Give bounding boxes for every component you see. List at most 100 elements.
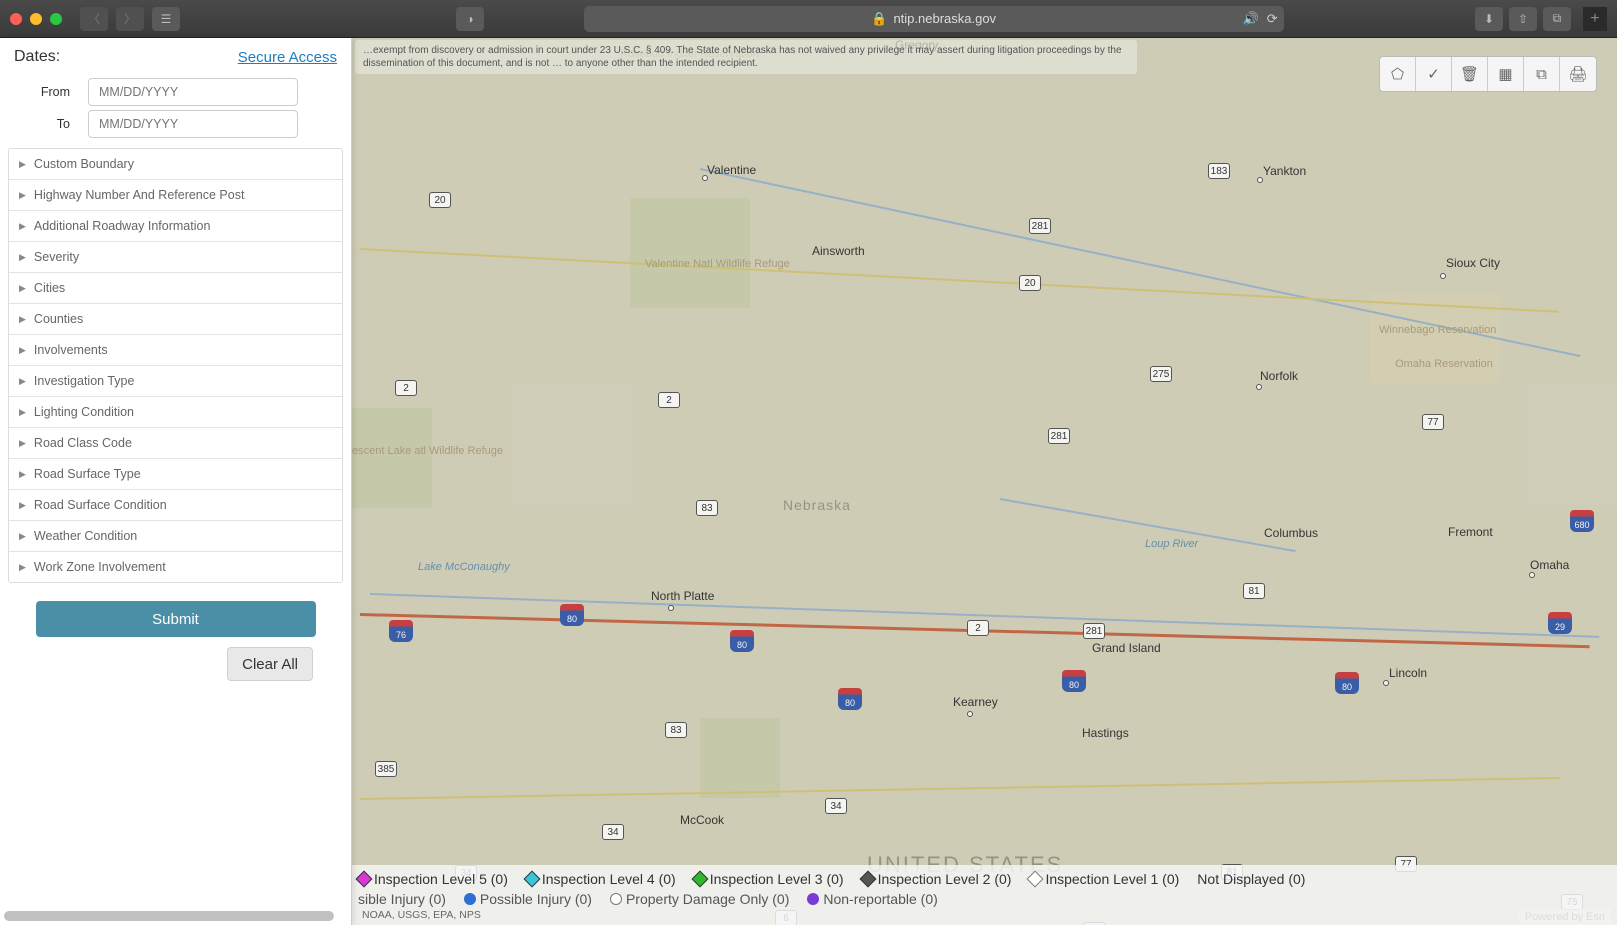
refuge-label: escent Lake atl Wildlife Refuge [352, 445, 432, 458]
chevron-right-icon: ▶ [19, 314, 26, 325]
sidebar-toggle-button[interactable]: ☰ [152, 7, 180, 31]
city-label: North Platte [651, 589, 714, 603]
map-toolbar: ⬠ ✓ 🗑 ▦ ⧉ 🖨 [1379, 56, 1597, 92]
fullscreen-window-button[interactable] [50, 13, 62, 25]
city-label: Ainsworth [812, 244, 865, 258]
legend-item: Property Damage Only (0) [610, 891, 789, 907]
accordion-item[interactable]: ▶Road Class Code [9, 428, 342, 459]
dates-heading: Dates: [14, 48, 60, 66]
interstate-shield: 80 [560, 604, 584, 626]
sidebar-scrollbar[interactable] [4, 911, 334, 921]
downloads-button[interactable]: ⬇ [1475, 7, 1503, 31]
route-shield: 281 [1083, 623, 1105, 639]
chevron-right-icon: ▶ [19, 283, 26, 294]
window-controls [10, 13, 62, 25]
url-host: ntip.nebraska.gov [893, 11, 996, 26]
secure-access-link[interactable]: Secure Access [238, 49, 337, 66]
accordion-item[interactable]: ▶Severity [9, 242, 342, 273]
chevron-right-icon: ▶ [19, 500, 26, 511]
legend-item: Inspection Level 5 (0) [358, 871, 508, 887]
delete-tool[interactable]: 🗑 [1452, 57, 1488, 91]
accordion-label: Additional Roadway Information [34, 219, 211, 233]
city-label: Columbus [1264, 526, 1318, 540]
map-park-area [700, 718, 780, 798]
accordion-label: Highway Number And Reference Post [34, 188, 245, 202]
accordion-item[interactable]: ▶ Counties [9, 304, 342, 335]
accordion-item[interactable]: ▶Involvements [9, 335, 342, 366]
address-bar[interactable]: 🔒 ntip.nebraska.gov 🔊 ⟳ [584, 6, 1284, 32]
submit-button[interactable]: Submit [36, 601, 316, 637]
map-reservation-area [1370, 293, 1500, 383]
back-button[interactable]: 〈 [80, 7, 108, 31]
select-confirm-tool[interactable]: ✓ [1416, 57, 1452, 91]
interstate-shield: 80 [730, 630, 754, 652]
route-shield: 2 [967, 620, 989, 636]
tabs-button[interactable]: ⧉ [1543, 7, 1571, 31]
chevron-right-icon: ▶ [19, 562, 26, 573]
city-label: Sioux City [1446, 256, 1500, 270]
new-tab-button[interactable]: + [1583, 7, 1607, 31]
accordion-item[interactable]: ▶Investigation Type [9, 366, 342, 397]
minimize-window-button[interactable] [30, 13, 42, 25]
city-dot [702, 175, 708, 181]
clear-all-button[interactable]: Clear All [227, 647, 313, 681]
accordion-item[interactable]: ▶ Custom Boundary [9, 149, 342, 180]
to-date-input[interactable] [88, 110, 298, 138]
chevron-right-icon: ▶ [19, 221, 26, 232]
city-label: Valentine [707, 163, 756, 177]
print-tool[interactable]: 🖨 [1560, 57, 1596, 91]
filter-sidebar: Dates: Secure Access From To ▶Custom Bou… [0, 38, 352, 925]
share-button[interactable]: ⇧ [1509, 7, 1537, 31]
legend-attribution-partial: NOAA, USGS, EPA, NPS [358, 909, 1611, 921]
audio-icon[interactable]: 🔊 [1243, 11, 1259, 27]
chevron-right-icon: ▶ [19, 345, 26, 356]
chevron-right-icon: ▶ [19, 252, 26, 263]
accordion-label: Counties [34, 312, 83, 326]
accordion-label: Road Surface Condition [34, 498, 167, 512]
reservation-label: Rosebud Indian Reservation [620, 48, 740, 60]
route-shield: 20 [1019, 275, 1041, 291]
state-label: Nebraska [783, 497, 851, 513]
accordion-item[interactable]: ▶Cities [9, 273, 342, 304]
chevron-right-icon: ▶ [19, 376, 26, 387]
map-legend: Inspection Level 5 (0) Inspection Level 4… [352, 865, 1617, 925]
route-shield: 83 [696, 500, 718, 516]
interstate-shield: 76 [389, 620, 413, 642]
legend-label: sible Injury (0) [358, 891, 446, 907]
chevron-right-icon: ▶ [19, 469, 26, 480]
accordion-item[interactable]: ▶ Additional Roadway Information [9, 211, 342, 242]
draw-polygon-tool[interactable]: ⬠ [1380, 57, 1416, 91]
city-label: Kearney [953, 695, 998, 709]
forward-button[interactable]: 〉 [116, 7, 144, 31]
accordion-item[interactable]: ▶Lighting Condition [9, 397, 342, 428]
route-shield: 77 [1422, 414, 1444, 430]
route-shield: 34 [825, 798, 847, 814]
reload-button[interactable]: ⟳ [1267, 11, 1278, 27]
reader-shield-button[interactable]: ◑ [456, 7, 484, 31]
legend-label: Inspection Level 4 (0) [542, 871, 676, 887]
city-dot [1257, 177, 1263, 183]
legend-label: Inspection Level 2 (0) [878, 871, 1012, 887]
from-date-input[interactable] [88, 78, 298, 106]
legend-label: Property Damage Only (0) [626, 891, 789, 907]
city-label: Omaha [1530, 558, 1569, 572]
legend-label: Inspection Level 1 (0) [1045, 871, 1179, 887]
accordion-item[interactable]: ▶Highway Number And Reference Post [9, 180, 342, 211]
accordion-item[interactable]: ▶ Road Surface Condition [9, 490, 342, 521]
interstate-shield: 80 [838, 688, 862, 710]
city-dot [1440, 273, 1446, 279]
accordion-label: Road Class Code [34, 436, 132, 450]
accordion-item[interactable]: ▶Work Zone Involvement [9, 552, 342, 582]
chevron-right-icon: ▶ [19, 159, 26, 170]
chart-tool[interactable]: ⧉ [1524, 57, 1560, 91]
city-dot [668, 605, 674, 611]
reservation-label: Omaha Reservation [1394, 358, 1494, 370]
close-window-button[interactable] [10, 13, 22, 25]
grid-tool[interactable]: ▦ [1488, 57, 1524, 91]
accordion-label: Custom Boundary [34, 157, 134, 171]
lock-icon: 🔒 [871, 11, 887, 27]
route-shield: 81 [1243, 583, 1265, 599]
accordion-item[interactable]: ▶Weather Condition [9, 521, 342, 552]
accordion-item[interactable]: ▶Road Surface Type [9, 459, 342, 490]
disclaimer-banner: …exempt from discovery or admission in c… [355, 40, 1137, 74]
